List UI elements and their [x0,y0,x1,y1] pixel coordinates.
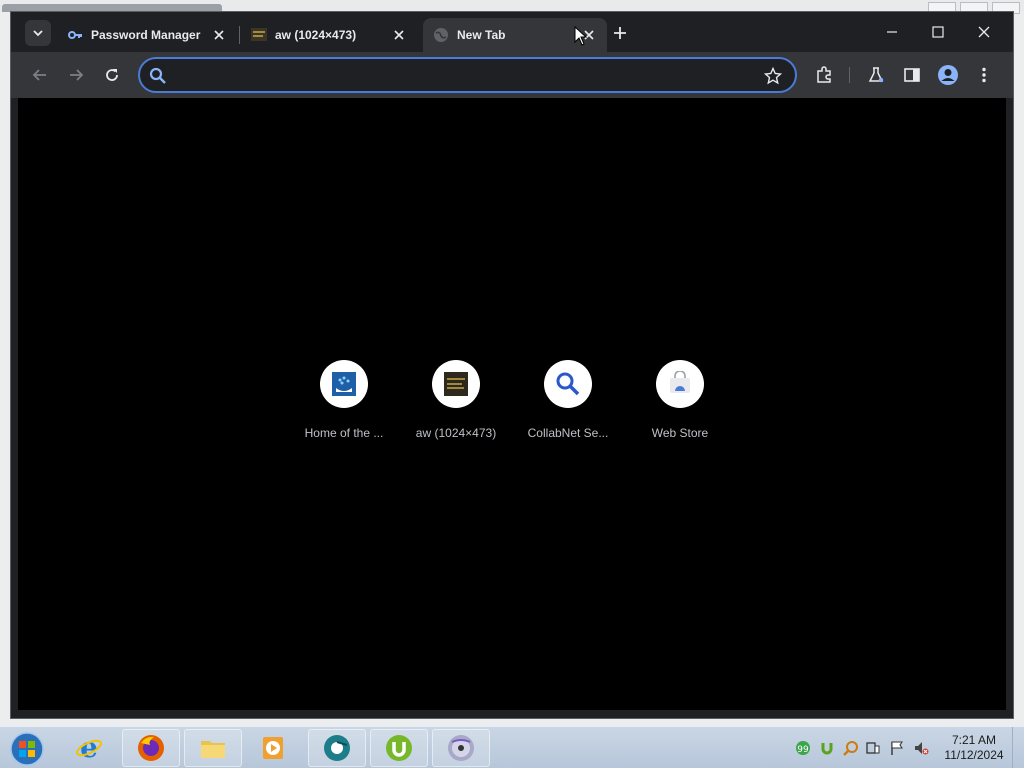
close-icon[interactable] [391,27,407,43]
arrow-right-icon [70,69,84,81]
side-panel-button[interactable] [899,62,925,88]
plus-icon [614,27,626,39]
svg-text:e: e [80,733,98,763]
maximize-icon [932,26,944,38]
home-site-icon [320,360,368,408]
toolbar-separator [849,67,850,83]
kebab-menu-icon [982,67,986,83]
search-icon [148,66,168,86]
browser-toolbar [11,52,1013,98]
key-icon [67,27,83,43]
svg-text:99: 99 [797,745,809,755]
forward-button[interactable] [63,62,89,88]
labs-button[interactable] [863,62,889,88]
menu-button[interactable] [971,62,997,88]
network-tray-icon[interactable]: 99 [794,739,812,757]
new-tab-page: Home of the ... aw (1024×473) CollabNet … [18,98,1006,710]
image-thumb-icon [432,360,480,408]
chevron-down-icon [33,30,43,37]
show-desktop-button[interactable] [1012,727,1024,768]
tab-title: aw (1024×473) [275,28,357,42]
windows-orb-icon [10,732,44,766]
taskbar-clock[interactable]: 7:21 AM 11/12/2024 [938,733,1010,763]
puzzle-icon [817,66,831,83]
back-button[interactable] [27,62,53,88]
new-tab-button[interactable] [609,22,631,44]
chrome-app-icon[interactable] [308,729,366,767]
reload-button[interactable] [99,62,125,88]
shortcut-label: Home of the ... [304,426,384,440]
shortcut-label: Web Store [651,426,709,440]
media-player-icon[interactable] [244,729,302,767]
shortcut-label: aw (1024×473) [415,426,497,440]
mouse-cursor [574,26,588,46]
maximize-button[interactable] [915,18,961,46]
arrow-left-icon [32,69,46,81]
internet-explorer-icon[interactable]: e [60,729,118,767]
utorrent-tray-icon[interactable] [818,739,836,757]
side-panel-icon [904,68,920,82]
close-icon[interactable] [211,27,227,43]
close-icon [978,26,990,38]
browser-window: Password Manager aw (1024×473) New Tab H… [10,11,1014,719]
minimize-button[interactable] [869,18,915,46]
clock-date: 11/12/2024 [944,748,1004,762]
tab-title: Password Manager [91,28,201,42]
avatar-icon [938,65,958,85]
dvd-icon[interactable] [432,729,490,767]
flag-tray-icon[interactable] [888,739,906,757]
shortcut-tile[interactable]: Home of the ... [288,360,400,460]
reload-icon [106,69,118,81]
tab-strip: Password Manager aw (1024×473) New Tab [11,12,1013,52]
devices-tray-icon[interactable] [864,739,882,757]
magnifier-icon [544,360,592,408]
utorrent-icon[interactable] [370,729,428,767]
web-store-icon [656,360,704,408]
flask-icon [868,67,884,83]
bookmark-star-icon[interactable] [763,66,783,86]
shortcut-tile[interactable]: CollabNet Se... [512,360,624,460]
start-button[interactable] [4,730,50,768]
globe-icon [433,27,449,43]
tab-password-manager[interactable]: Password Manager [57,18,237,52]
shortcut-tile[interactable]: Web Store [624,360,736,460]
firefox-icon[interactable] [122,729,180,767]
shortcut-tile[interactable]: aw (1024×473) [400,360,512,460]
file-explorer-icon[interactable] [184,729,242,767]
shortcut-label: CollabNet Se... [527,426,609,440]
address-input[interactable] [176,65,736,85]
minimize-icon [887,31,897,33]
clock-time: 7:21 AM [951,733,997,747]
taskbar: e 99 7:21 AM 11/12/2024 [0,726,1024,768]
profile-button[interactable] [935,62,961,88]
close-window-button[interactable] [961,18,1007,46]
volume-muted-icon[interactable] [912,739,930,757]
address-bar[interactable] [138,57,797,93]
tab-search-button[interactable] [25,20,51,46]
tab-title: New Tab [457,28,506,42]
extensions-button[interactable] [811,62,837,88]
search-tray-icon[interactable] [842,739,860,757]
tab-separator [239,26,240,44]
image-thumb-icon [251,27,267,43]
tab-aw-image[interactable]: aw (1024×473) [241,18,417,52]
